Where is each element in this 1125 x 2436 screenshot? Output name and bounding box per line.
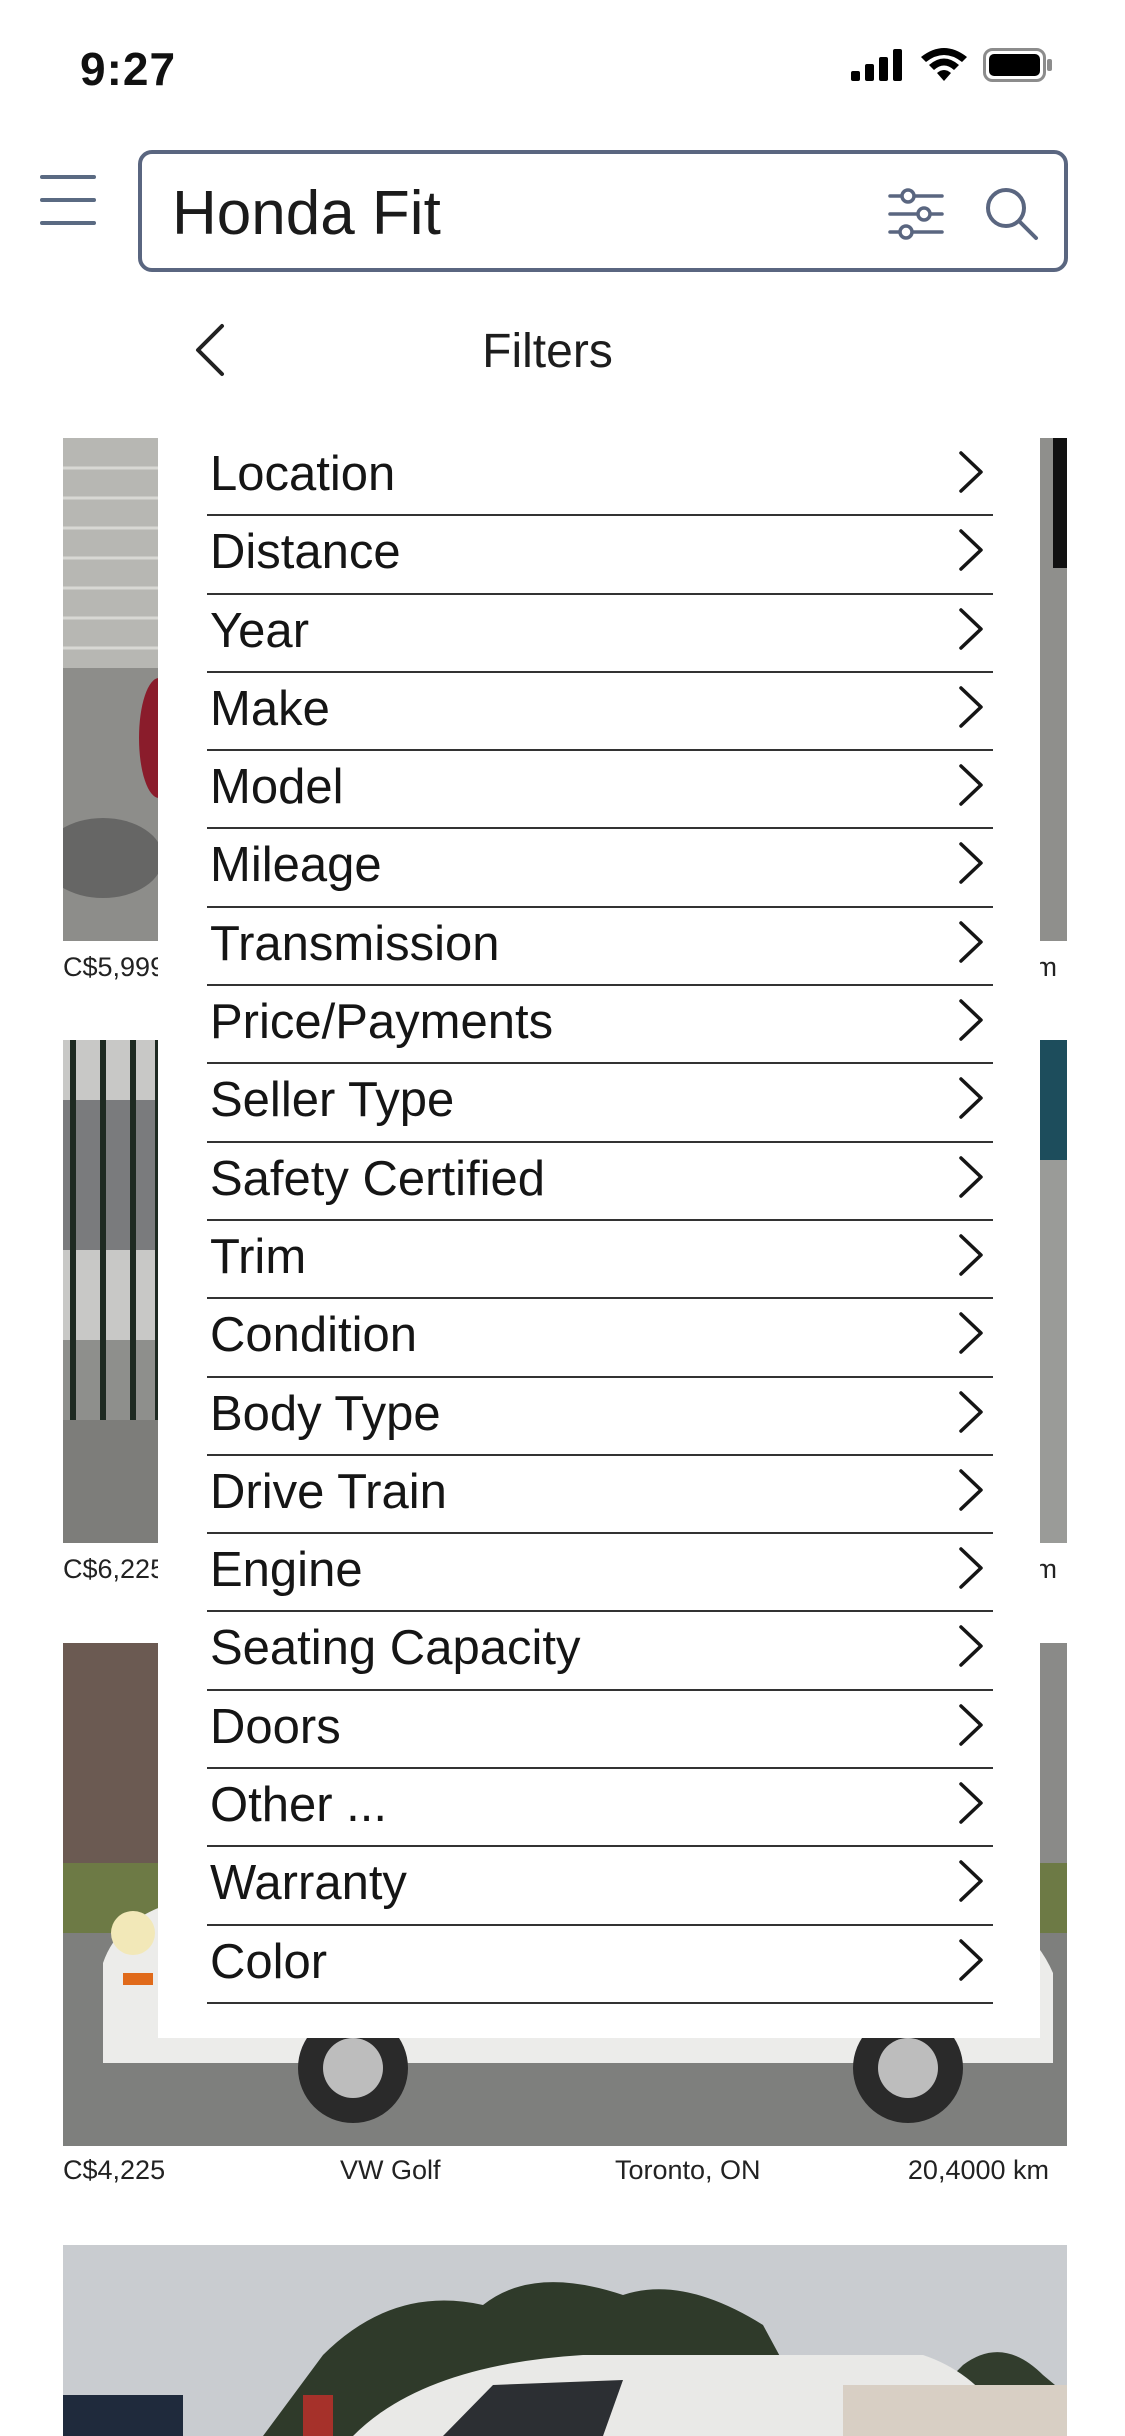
status-time: 9:27	[80, 43, 177, 95]
filter-item-label: Engine	[210, 1543, 363, 1598]
filter-list: Location Distance Year Make Model Mileag…	[207, 438, 993, 2004]
search-input[interactable]: Honda Fit	[172, 178, 441, 249]
filter-item-seller-type[interactable]: Seller Type	[207, 1064, 993, 1143]
filter-item-trim[interactable]: Trim	[207, 1221, 993, 1300]
filter-item-doors[interactable]: Doors	[207, 1691, 993, 1770]
filter-item-label: Price/Payments	[210, 995, 554, 1050]
listing-model: VW Golf	[340, 2155, 441, 2185]
cellular-signal-icon	[851, 49, 902, 81]
filter-item-label: Transmission	[210, 916, 500, 971]
filter-item-price-payments[interactable]: Price/Payments	[207, 986, 993, 1065]
chevron-right-icon	[959, 1547, 983, 1589]
chevron-right-icon	[959, 1704, 983, 1746]
filter-item-transmission[interactable]: Transmission	[207, 908, 993, 987]
search-bar[interactable]: Honda Fit	[138, 150, 1068, 272]
chevron-right-icon	[959, 1625, 983, 1668]
filter-item-label: Model	[210, 760, 344, 815]
chevron-right-icon	[959, 607, 983, 650]
chevron-right-icon	[959, 1469, 983, 1511]
filter-item-label: Location	[210, 447, 396, 501]
listing-location: Toronto, ON	[615, 2155, 761, 2185]
listing-info: C$4,225 VW Golf Toronto, ON 20,4000 km	[63, 2155, 1067, 2195]
filter-sliders-icon[interactable]	[886, 184, 946, 244]
filter-item-distance[interactable]: Distance	[207, 516, 993, 595]
filter-item-label: Seating Capacity	[210, 1621, 581, 1676]
filter-item-mileage[interactable]: Mileage	[207, 829, 993, 908]
filter-item-engine[interactable]: Engine	[207, 1534, 993, 1613]
wifi-icon	[921, 48, 967, 81]
filter-item-year[interactable]: Year	[207, 595, 993, 673]
listing-price: C$6,225	[63, 1554, 166, 1584]
filter-item-color[interactable]: Color	[207, 1926, 993, 2004]
chevron-right-icon	[959, 686, 983, 728]
filter-item-other[interactable]: Other ...	[207, 1769, 993, 1848]
filter-item-drive-train[interactable]: Drive Train	[207, 1456, 993, 1535]
chevron-right-icon	[959, 1312, 983, 1355]
battery-icon	[983, 48, 1052, 82]
filter-item-location[interactable]: Location	[207, 438, 993, 517]
filter-item-label: Drive Train	[210, 1464, 447, 1519]
filter-item-make[interactable]: Make	[207, 673, 993, 752]
search-icon[interactable]	[982, 184, 1042, 244]
filter-item-label: Condition	[210, 1308, 418, 1363]
chevron-right-icon	[959, 1860, 983, 1903]
filter-item-label: Year	[210, 603, 310, 658]
filter-item-label: Body Type	[210, 1386, 441, 1441]
chevron-right-icon	[959, 1234, 983, 1276]
chevron-right-icon	[959, 1938, 983, 1981]
filter-item-label: Safety Certified	[210, 1151, 545, 1206]
chevron-right-icon	[959, 1155, 983, 1198]
status-icons	[851, 48, 1053, 82]
filter-item-body-type[interactable]: Body Type	[207, 1378, 993, 1456]
filter-item-label: Trim	[210, 1229, 307, 1284]
listing-image[interactable]	[63, 2245, 1067, 2436]
filters-title: Filters	[482, 325, 613, 378]
filter-item-label: Doors	[210, 1699, 341, 1754]
chevron-right-icon	[959, 842, 983, 885]
filter-item-seating-capacity[interactable]: Seating Capacity	[207, 1612, 993, 1691]
filter-item-label: Mileage	[210, 838, 382, 893]
listing-price: C$5,999	[63, 952, 166, 982]
filter-item-model[interactable]: Model	[207, 751, 993, 830]
hamburger-menu-icon[interactable]	[40, 175, 96, 225]
filter-item-label: Distance	[210, 525, 401, 580]
chevron-right-icon	[959, 451, 983, 493]
filter-item-condition[interactable]: Condition	[207, 1299, 993, 1378]
filter-item-safety-certified[interactable]: Safety Certified	[207, 1143, 993, 1221]
listing-mileage: 20,4000 km	[907, 2155, 1049, 2185]
chevron-right-icon	[959, 999, 983, 1041]
chevron-right-icon	[959, 1077, 983, 1120]
filter-item-warranty[interactable]: Warranty	[207, 1847, 993, 1926]
chevron-right-icon	[959, 1782, 983, 1824]
chevron-right-icon	[959, 529, 983, 572]
filter-item-label: Color	[210, 1934, 328, 1989]
filter-item-label: Other ...	[210, 1778, 388, 1833]
chevron-right-icon	[959, 921, 983, 963]
filter-item-label: Seller Type	[210, 1073, 455, 1128]
chevron-right-icon	[959, 764, 983, 806]
filter-item-label: Warranty	[210, 1856, 407, 1911]
listing-price: C$4,225	[63, 2155, 166, 2185]
chevron-right-icon	[959, 1390, 983, 1433]
filter-item-label: Make	[210, 681, 330, 736]
